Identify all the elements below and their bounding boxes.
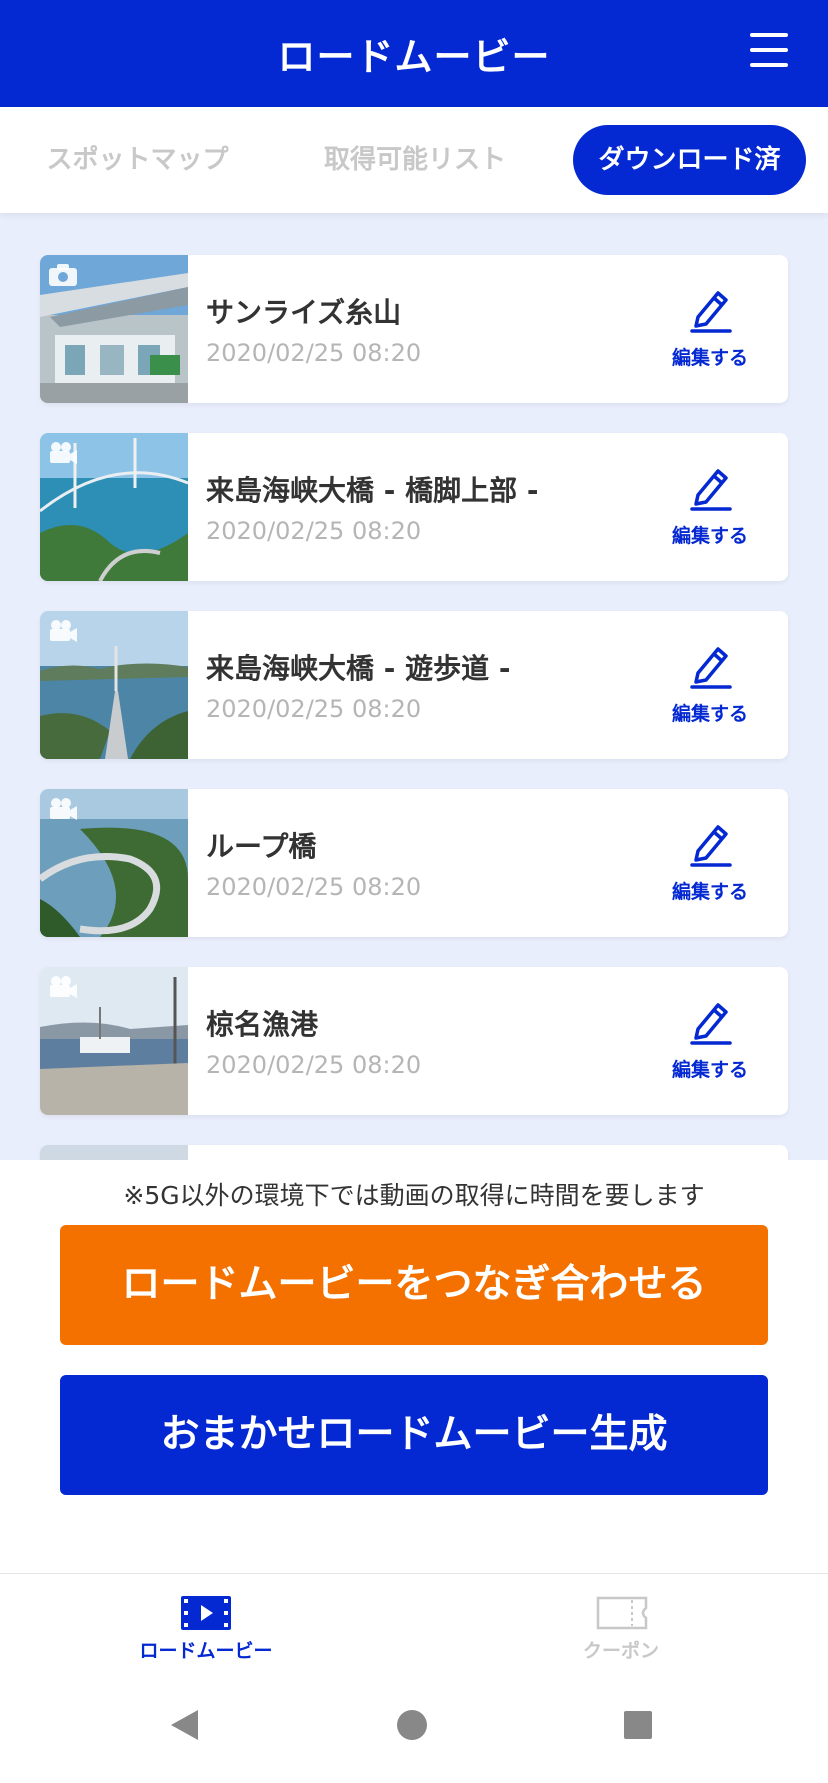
merge-road-movie-button[interactable]: ロードムービーをつなぎ合わせる bbox=[60, 1225, 768, 1345]
nav-label: クーポン bbox=[582, 1640, 659, 1662]
thumbnail bbox=[40, 611, 188, 759]
nav-road-movie[interactable]: ロードムービー bbox=[56, 1574, 356, 1679]
app-header: ロードムービー bbox=[0, 0, 828, 107]
item-date: 2020/02/25 08:20 bbox=[206, 517, 422, 545]
hamburger-menu-icon[interactable] bbox=[750, 33, 788, 67]
item-date: 2020/02/25 08:20 bbox=[206, 1051, 422, 1079]
list-item[interactable]: サンライズ糸山 2020/02/25 08:20 編集する bbox=[40, 255, 788, 403]
video-camera-icon bbox=[50, 442, 77, 464]
thumbnail bbox=[40, 433, 188, 581]
pencil-icon bbox=[690, 647, 732, 689]
pencil-icon bbox=[690, 469, 732, 511]
pencil-icon bbox=[690, 1003, 732, 1045]
coupon-ticket-icon bbox=[596, 1596, 648, 1630]
edit-button[interactable]: 編集する bbox=[660, 639, 760, 731]
video-camera-icon bbox=[50, 798, 77, 820]
item-title: サンライズ糸山 bbox=[206, 296, 402, 329]
list-item[interactable]: ループ橋 2020/02/25 08:20 編集する bbox=[40, 789, 788, 937]
item-date: 2020/02/25 08:20 bbox=[206, 873, 422, 901]
item-date: 2020/02/25 08:20 bbox=[206, 695, 422, 723]
item-date: 2020/02/25 08:20 bbox=[206, 339, 422, 367]
tab-downloaded[interactable]: ダウンロード済 bbox=[573, 125, 806, 195]
edit-button[interactable]: 編集する bbox=[660, 283, 760, 375]
thumbnail bbox=[40, 967, 188, 1115]
system-navigation-bar bbox=[0, 1678, 828, 1783]
list-item[interactable]: 来島海峡大橋 - 遊歩道 - 2020/02/25 08:20 編集する bbox=[40, 611, 788, 759]
list-item[interactable] bbox=[40, 1145, 788, 1160]
video-camera-icon bbox=[50, 976, 77, 998]
edit-button[interactable]: 編集する bbox=[660, 995, 760, 1087]
pencil-icon bbox=[690, 291, 732, 333]
network-notice: ※5G以外の環境下では動画の取得に時間を要します bbox=[123, 1181, 705, 1210]
auto-generate-road-movie-button[interactable]: おまかせロードムービー生成 bbox=[60, 1375, 768, 1495]
back-icon[interactable] bbox=[168, 1708, 200, 1742]
page-title: ロードムービー bbox=[277, 35, 551, 79]
pencil-icon bbox=[690, 825, 732, 867]
edit-label: 編集する bbox=[671, 525, 748, 547]
edit-label: 編集する bbox=[671, 881, 748, 903]
action-panel: ※5G以外の環境下では動画の取得に時間を要します ロードムービーをつなぎ合わせる… bbox=[0, 1160, 828, 1573]
thumbnail bbox=[40, 789, 188, 937]
thumbnail bbox=[40, 255, 188, 403]
list-item[interactable]: 来島海峡大橋 - 橋脚上部 - 2020/02/25 08:20 編集する bbox=[40, 433, 788, 581]
thumbnail bbox=[40, 1145, 188, 1160]
edit-label: 編集する bbox=[671, 1059, 748, 1081]
recents-icon[interactable] bbox=[622, 1708, 654, 1742]
list-item[interactable]: 椋名漁港 2020/02/25 08:20 編集する bbox=[40, 967, 788, 1115]
camera-icon bbox=[49, 264, 77, 286]
item-title: 来島海峡大橋 - 遊歩道 - bbox=[206, 652, 511, 685]
tab-bar: スポットマップ 取得可能リスト ダウンロード済 bbox=[0, 107, 828, 213]
nav-coupon[interactable]: クーポン bbox=[471, 1574, 771, 1679]
edit-button[interactable]: 編集する bbox=[660, 817, 760, 909]
item-title: 椋名漁港 bbox=[206, 1008, 319, 1041]
edit-label: 編集する bbox=[671, 347, 748, 369]
film-icon bbox=[181, 1596, 231, 1630]
item-title: ループ橋 bbox=[206, 830, 317, 863]
edit-button[interactable]: 編集する bbox=[660, 461, 760, 553]
nav-label: ロードムービー bbox=[139, 1640, 273, 1662]
downloaded-list[interactable]: サンライズ糸山 2020/02/25 08:20 編集する 来島海峡大橋 - 橋… bbox=[0, 213, 828, 1160]
edit-label: 編集する bbox=[671, 703, 748, 725]
item-title: 来島海峡大橋 - 橋脚上部 - bbox=[206, 474, 539, 507]
tab-available-list[interactable]: 取得可能リスト bbox=[305, 125, 525, 195]
video-camera-icon bbox=[50, 620, 77, 642]
home-icon[interactable] bbox=[396, 1708, 428, 1742]
tab-spot-map[interactable]: スポットマップ bbox=[30, 125, 245, 195]
bottom-nav: ロードムービー クーポン bbox=[0, 1573, 828, 1678]
